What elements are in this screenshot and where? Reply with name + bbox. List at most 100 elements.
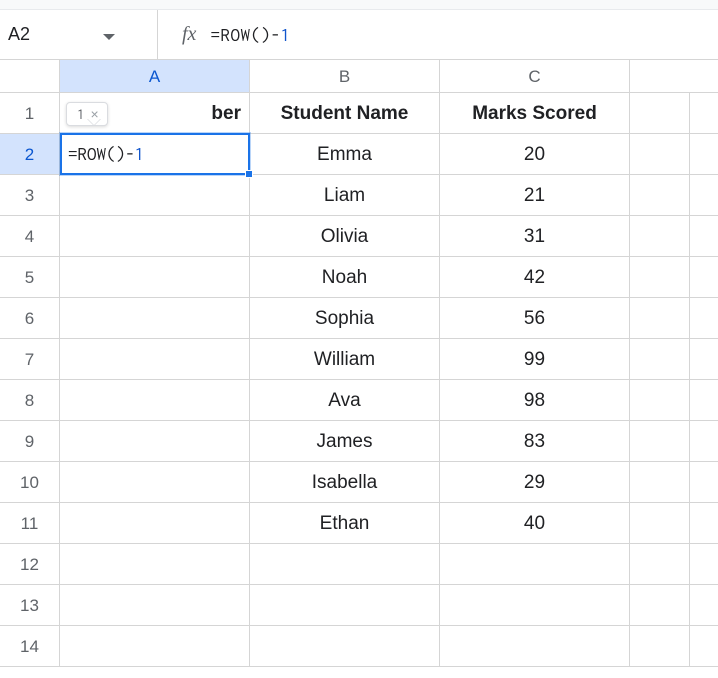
row-header[interactable]: 10 [0, 462, 60, 503]
cell[interactable] [60, 626, 250, 666]
row-header[interactable]: 9 [0, 421, 60, 462]
formula-bar-row: A2 fx =ROW()-1 [0, 10, 718, 60]
cell[interactable]: 29 [440, 462, 630, 502]
table-row: Liam 21 [60, 175, 718, 216]
cell[interactable] [630, 216, 690, 256]
cell[interactable]: Ava [250, 380, 440, 420]
formula-result-tooltip: 1 × [66, 102, 108, 126]
fx-icon: fx [182, 23, 196, 46]
cell[interactable] [60, 585, 250, 625]
cell[interactable] [250, 585, 440, 625]
cell[interactable]: James [250, 421, 440, 461]
cell[interactable] [630, 134, 690, 174]
cell[interactable] [250, 626, 440, 666]
column-header[interactable]: A [60, 60, 250, 92]
cell[interactable] [630, 93, 690, 133]
table-row: Ava 98 [60, 380, 718, 421]
cell[interactable]: Ethan [250, 503, 440, 543]
row-header[interactable]: 8 [0, 380, 60, 421]
cell[interactable] [60, 298, 250, 338]
cell[interactable] [630, 175, 690, 215]
table-row: James 83 [60, 421, 718, 462]
table-row [60, 544, 718, 585]
cell[interactable] [60, 544, 250, 584]
table-row [60, 585, 718, 626]
cell[interactable] [630, 462, 690, 502]
cell[interactable]: 20 [440, 134, 630, 174]
fill-handle[interactable] [245, 170, 253, 178]
cell[interactable]: 31 [440, 216, 630, 256]
cell[interactable] [60, 503, 250, 543]
cell[interactable] [630, 257, 690, 297]
cell[interactable]: 21 [440, 175, 630, 215]
cell[interactable] [60, 380, 250, 420]
row-header[interactable]: 13 [0, 585, 60, 626]
cell[interactable] [60, 257, 250, 297]
cell[interactable]: Marks Scored [440, 93, 630, 133]
column-header[interactable] [630, 60, 690, 92]
row-header[interactable]: 3 [0, 175, 60, 216]
toolbar-strip [0, 0, 718, 10]
cell[interactable] [440, 626, 630, 666]
table-row: Isabella 29 [60, 462, 718, 503]
table-row: Sophia 56 [60, 298, 718, 339]
cell[interactable] [630, 421, 690, 461]
formula-bar[interactable]: fx =ROW()-1 [157, 10, 291, 59]
cell[interactable]: 83 [440, 421, 630, 461]
table-row [60, 626, 718, 667]
row-header[interactable]: 5 [0, 257, 60, 298]
cell[interactable] [60, 339, 250, 379]
table-row: William 99 [60, 339, 718, 380]
cell[interactable]: 98 [440, 380, 630, 420]
cell[interactable] [630, 380, 690, 420]
row-header[interactable]: 6 [0, 298, 60, 339]
cell[interactable]: 56 [440, 298, 630, 338]
name-box-value: A2 [6, 22, 103, 47]
table-row: Noah 42 [60, 257, 718, 298]
active-cell-editor[interactable]: =ROW()-1 [60, 133, 250, 175]
close-icon[interactable]: × [91, 107, 99, 121]
cell[interactable]: Isabella [250, 462, 440, 502]
cell[interactable] [630, 626, 690, 666]
cell[interactable] [60, 462, 250, 502]
cell[interactable] [630, 544, 690, 584]
spreadsheet-grid[interactable]: 1 2 3 4 5 6 7 8 9 10 11 12 13 14 A B C b… [0, 60, 718, 667]
cell[interactable] [630, 503, 690, 543]
cell[interactable]: Emma [250, 134, 440, 174]
column-header[interactable]: B [250, 60, 440, 92]
cell[interactable]: William [250, 339, 440, 379]
row-header[interactable]: 7 [0, 339, 60, 380]
cell[interactable]: Liam [250, 175, 440, 215]
formula-result-value: 1 [77, 106, 85, 122]
cell[interactable]: Sophia [250, 298, 440, 338]
cell[interactable] [630, 339, 690, 379]
cell[interactable]: 99 [440, 339, 630, 379]
select-all-corner[interactable] [0, 60, 60, 93]
cell[interactable] [60, 175, 250, 215]
cell[interactable]: 42 [440, 257, 630, 297]
row-header[interactable]: 12 [0, 544, 60, 585]
cell[interactable] [440, 544, 630, 584]
name-box[interactable]: A2 [6, 19, 121, 51]
table-row: Ethan 40 [60, 503, 718, 544]
row-header[interactable]: 11 [0, 503, 60, 544]
formula-input[interactable]: =ROW()-1 [210, 25, 290, 45]
cell[interactable]: Student Name [250, 93, 440, 133]
cell[interactable] [440, 585, 630, 625]
cell[interactable]: 40 [440, 503, 630, 543]
cell[interactable] [60, 421, 250, 461]
cell[interactable]: Olivia [250, 216, 440, 256]
cell[interactable]: Noah [250, 257, 440, 297]
row-header[interactable]: 4 [0, 216, 60, 257]
table-row: ber Student Name Marks Scored [60, 93, 718, 134]
table-row: Olivia 31 [60, 216, 718, 257]
row-header[interactable]: 14 [0, 626, 60, 667]
chevron-down-icon[interactable] [103, 24, 121, 45]
row-header[interactable]: 2 [0, 134, 60, 175]
cell[interactable] [250, 544, 440, 584]
cell[interactable] [60, 216, 250, 256]
column-header[interactable]: C [440, 60, 630, 92]
cell[interactable] [630, 298, 690, 338]
cell[interactable] [630, 585, 690, 625]
row-header[interactable]: 1 [0, 93, 60, 134]
